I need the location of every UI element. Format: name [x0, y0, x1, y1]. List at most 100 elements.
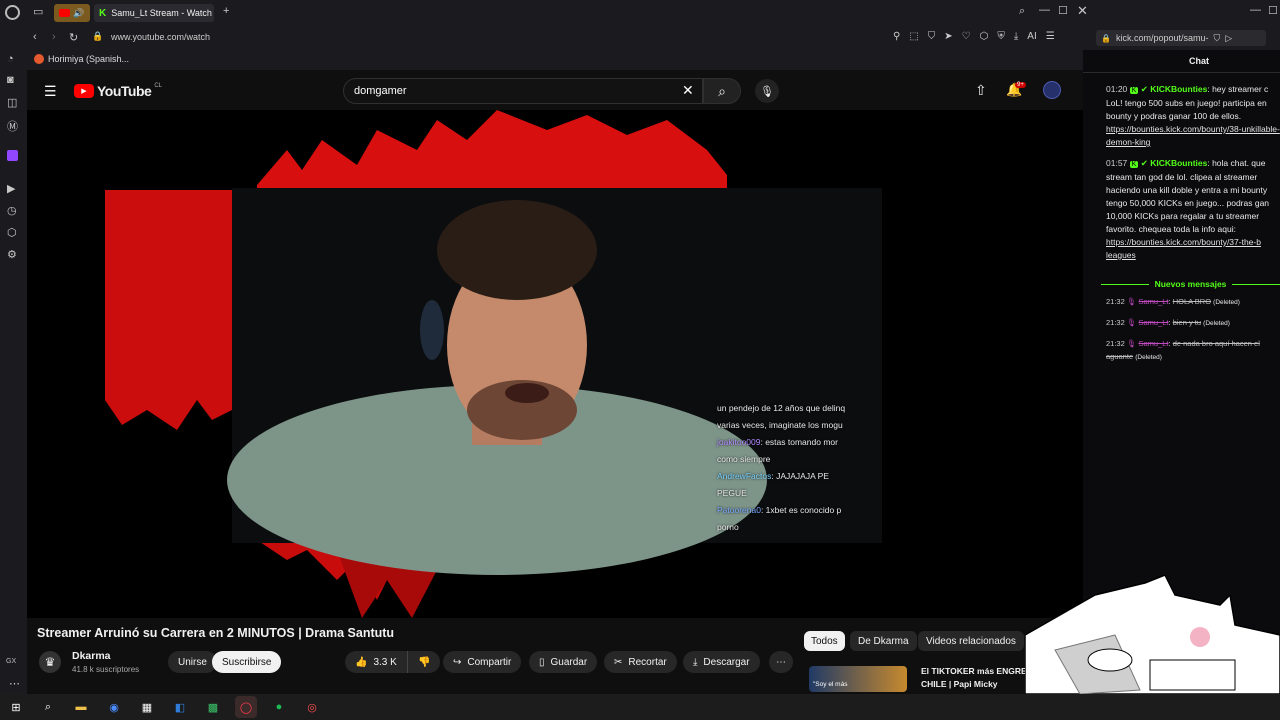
- timestamp: 21:32: [1106, 339, 1125, 348]
- kick-badge-icon: K: [1129, 161, 1139, 168]
- chat-minimize-icon[interactable]: —: [1250, 4, 1261, 16]
- new-tab-icon[interactable]: +: [223, 5, 229, 17]
- youtube-tab-icon: [59, 9, 71, 17]
- windows-start-icon[interactable]: ⊞: [5, 696, 27, 718]
- voice-search-button[interactable]: 🎙: [755, 79, 779, 103]
- back-icon[interactable]: ‹: [33, 31, 37, 43]
- outlook-icon[interactable]: ◧: [169, 696, 191, 718]
- heart-icon[interactable]: ♡: [962, 31, 971, 42]
- bookmark-horimiya[interactable]: Horimiya (Spanish...: [48, 54, 129, 64]
- ai-icon[interactable]: AI: [1027, 31, 1036, 42]
- url-text[interactable]: www.youtube.com/watch: [111, 32, 210, 42]
- opera-gx-taskbar-icon[interactable]: ◯: [235, 696, 257, 718]
- share-button[interactable]: ↪ Compartir: [443, 651, 522, 673]
- timestamp: 01:57: [1106, 158, 1128, 168]
- media-tab[interactable]: 🔊: [54, 4, 90, 22]
- close-window-icon[interactable]: ✕: [1077, 3, 1088, 19]
- calculator-icon[interactable]: ▦: [136, 696, 158, 718]
- obs-icon[interactable]: ◎: [301, 696, 323, 718]
- clip-button[interactable]: ✂ Recortar: [604, 651, 677, 673]
- channel-name[interactable]: Dkarma: [72, 650, 111, 662]
- upload-icon[interactable]: ⇧: [975, 82, 987, 99]
- extensions-icon[interactable]: ⬡: [7, 226, 17, 239]
- chat-text: : hola chat. que stream tan god de lol. …: [1106, 158, 1270, 234]
- forward-icon[interactable]: ›: [52, 31, 56, 43]
- chat-username[interactable]: Samu_Lt: [1139, 297, 1169, 306]
- twitch-icon[interactable]: [7, 150, 18, 161]
- more-icon[interactable]: ⋯: [9, 677, 20, 690]
- chip-videos-relacionados[interactable]: Videos relacionados: [918, 631, 1024, 651]
- opera-logo-icon[interactable]: [5, 5, 20, 20]
- subscribe-button[interactable]: Suscribirse: [212, 651, 282, 673]
- shield-icon[interactable]: ⛉: [928, 31, 936, 42]
- cube-icon[interactable]: ⬡: [980, 31, 989, 42]
- play-icon: ▷: [1225, 32, 1233, 43]
- chip-de-dkarma[interactable]: De Dkarma: [850, 631, 917, 651]
- minimize-icon[interactable]: —: [1039, 4, 1050, 16]
- chat-text: HOLA BRO: [1172, 297, 1212, 306]
- tab-kick-stream[interactable]: K Samu_Lt Stream - Watch L: [94, 4, 214, 22]
- search-button[interactable]: ⌕: [703, 78, 741, 104]
- history-icon[interactable]: ◷: [7, 204, 17, 217]
- menu-icon[interactable]: ☰: [1046, 31, 1055, 42]
- player-icon[interactable]: ▶: [7, 182, 15, 195]
- like-button[interactable]: 👍 3.3 K: [345, 651, 407, 673]
- overlay-line: joakitoo009: estas tomando mor: [717, 437, 838, 447]
- chat-message-deleted: 21:32 🎙 Samu_Lt: HOLA BRO (Deleted): [1106, 297, 1240, 306]
- chat-link[interactable]: https://bounties.kick.com/bounty/37-the-…: [1106, 237, 1261, 260]
- chat-username[interactable]: Samu_Lt: [1139, 339, 1169, 348]
- search-input[interactable]: domgamer: [354, 85, 407, 97]
- search-icon: ⌕: [718, 82, 726, 99]
- more-actions-button[interactable]: ⋯: [769, 651, 793, 673]
- chat-username[interactable]: KICKBounties: [1150, 84, 1207, 94]
- chat-url-field[interactable]: 🔒 kick.com/popout/samu- ⛉ ▷: [1096, 30, 1266, 46]
- search-icon[interactable]: ⌕: [37, 696, 59, 718]
- dislike-button[interactable]: 👎: [407, 651, 441, 673]
- screenshot-icon[interactable]: ⬚: [909, 31, 918, 42]
- notification-badge: 9+: [1015, 82, 1026, 88]
- mail-icon[interactable]: Ⓜ: [7, 118, 18, 134]
- messenger-icon[interactable]: ◔: [7, 53, 14, 65]
- hamburger-icon[interactable]: ☰: [44, 83, 57, 100]
- verified-badge-icon: ✔: [1140, 84, 1148, 94]
- recommended-title[interactable]: El TIKTOKER más ENGRE CHILE | Papi Micky: [921, 665, 1027, 691]
- channel-avatar[interactable]: ♛: [39, 651, 61, 673]
- chat-address-bar: 🔒 kick.com/popout/samu- ⛉ ▷: [1090, 26, 1280, 50]
- chrome-icon[interactable]: ◉: [103, 696, 125, 718]
- search-tabs-icon[interactable]: ⌕: [1019, 5, 1025, 18]
- deleted-tag: (Deleted): [1213, 299, 1240, 306]
- send-icon[interactable]: ➤: [944, 31, 952, 42]
- chat-maximize-icon[interactable]: ☐: [1268, 4, 1278, 17]
- chat-username[interactable]: Samu_Lt: [1139, 318, 1169, 327]
- thumb-text: "Soy el más: [813, 681, 848, 688]
- reload-icon[interactable]: ↻: [69, 31, 78, 44]
- avatar[interactable]: [1043, 81, 1061, 99]
- save-button[interactable]: ▯ Guardar: [529, 651, 598, 673]
- download-label: Descargar: [703, 656, 750, 668]
- browser-sidebar: ◔ ◙ ◫ Ⓜ ▶ ◷ ⬡ ⚙ GX ⋯: [0, 26, 27, 694]
- video-player[interactable]: un pendejo de 12 años que delinq varias …: [27, 110, 1083, 618]
- chat-link[interactable]: https://bounties.kick.com/bounty/38-unki…: [1106, 124, 1280, 147]
- chat-username[interactable]: KICKBounties: [1150, 158, 1207, 168]
- browser-titlebar: ▭ 🔊 K Samu_Lt Stream - Watch L + ⌕ — ☐ ✕…: [0, 0, 1280, 26]
- crunchyroll-icon: [34, 54, 44, 64]
- pin-icon[interactable]: ⚲: [893, 31, 900, 42]
- youtube-logo[interactable]: ▶ YouTube CL: [74, 83, 162, 99]
- download-button[interactable]: ⤓ Descargar: [683, 651, 760, 673]
- join-button[interactable]: Unirse: [168, 651, 217, 673]
- chip-todos[interactable]: Todos: [804, 631, 845, 651]
- spotify-icon[interactable]: ●: [268, 696, 290, 718]
- tab-island-icon[interactable]: ▭: [33, 5, 43, 18]
- file-explorer-icon[interactable]: ▬: [70, 696, 92, 718]
- settings-icon[interactable]: ⚙: [7, 248, 17, 261]
- clear-search-icon[interactable]: ✕: [682, 82, 694, 99]
- recommended-thumbnail[interactable]: "Soy el más: [809, 666, 907, 692]
- vpn-icon[interactable]: ⛨: [997, 31, 1005, 42]
- download-icon[interactable]: ⤓: [1014, 31, 1018, 42]
- youtube-logo-text: YouTube: [97, 83, 152, 99]
- instagram-icon[interactable]: ◫: [7, 96, 17, 109]
- minecraft-icon[interactable]: ▩: [202, 696, 224, 718]
- discord-icon[interactable]: ◙: [7, 74, 14, 86]
- more-icon: ⋯: [776, 656, 786, 668]
- maximize-icon[interactable]: ☐: [1058, 4, 1068, 17]
